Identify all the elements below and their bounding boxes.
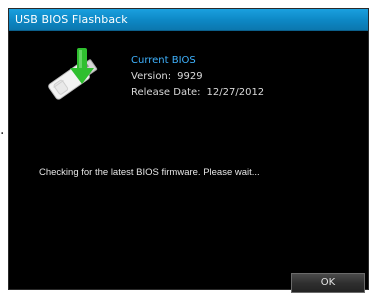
- bios-release-label: Release Date:: [131, 87, 201, 98]
- bios-version-label: Version:: [131, 71, 172, 82]
- bios-release-row: Release Date: 12/27/2012: [131, 85, 264, 101]
- usb-flash-drive-icon: [37, 42, 107, 112]
- title-bar[interactable]: USB BIOS Flashback: [9, 9, 368, 31]
- bios-version-row: Version: 9929: [131, 69, 264, 85]
- usb-bios-flashback-dialog: USB BIOS Flashback Current BIOS Version:…: [8, 8, 369, 293]
- bios-version-value: 9929: [177, 71, 203, 82]
- status-message: Checking for the latest BIOS firmware. P…: [39, 167, 260, 178]
- current-bios-info: Current BIOS Version: 9929 Release Date: 1…: [131, 53, 264, 101]
- window-title: USB BIOS Flashback: [15, 13, 128, 26]
- bios-release-value: 12/27/2012: [206, 87, 265, 98]
- current-bios-heading: Current BIOS: [131, 55, 196, 66]
- ok-button[interactable]: OK: [291, 273, 365, 293]
